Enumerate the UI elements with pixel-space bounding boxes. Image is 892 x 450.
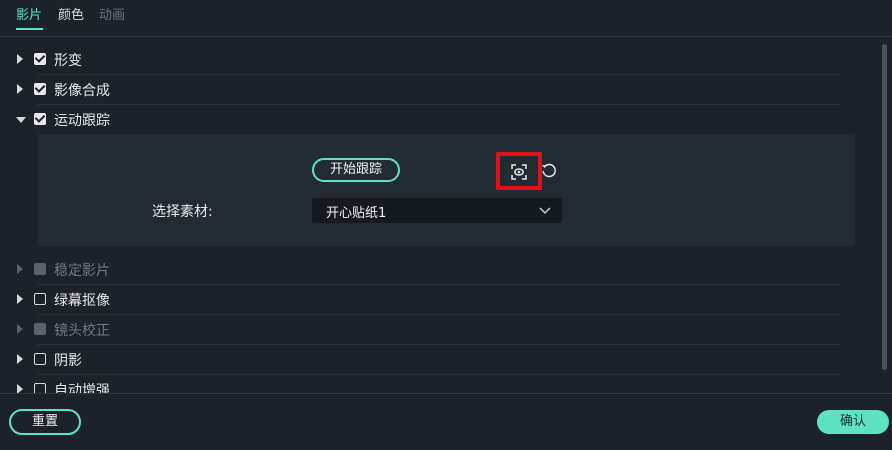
expand-arrow-icon[interactable]: [17, 354, 23, 364]
expand-arrow-icon[interactable]: [17, 84, 23, 94]
shadow-checkbox[interactable]: [34, 353, 46, 365]
tab-animation[interactable]: 动画: [99, 4, 125, 23]
tracking-target-icon[interactable]: [511, 164, 527, 184]
section-label: 稳定影片: [54, 263, 110, 279]
expand-arrow-icon[interactable]: [17, 264, 23, 274]
lens-correction-checkbox[interactable]: [34, 323, 46, 335]
section-label: 镜头校正: [54, 323, 110, 339]
highlight-box: [496, 152, 542, 190]
chroma-key-checkbox[interactable]: [34, 293, 46, 305]
footer-divider: [0, 393, 892, 394]
motion-tracking-checkbox[interactable]: [34, 113, 46, 125]
reset-tracking-icon[interactable]: [541, 162, 557, 182]
section-compositing[interactable]: 影像合成: [0, 75, 870, 105]
scrollbar-thumb[interactable]: [882, 44, 887, 370]
section-label: 形变: [54, 53, 82, 69]
collapse-arrow-icon[interactable]: [16, 117, 26, 123]
expand-arrow-icon[interactable]: [17, 54, 23, 64]
chevron-down-icon: [538, 203, 552, 221]
select-source-label: 选择素材:: [152, 204, 213, 220]
transform-checkbox[interactable]: [34, 53, 46, 65]
section-stabilization[interactable]: 稳定影片: [0, 255, 870, 285]
source-select[interactable]: 开心贴纸1: [312, 198, 562, 223]
expand-arrow-icon[interactable]: [17, 294, 23, 304]
start-tracking-button[interactable]: 开始跟踪: [312, 158, 400, 182]
ok-button[interactable]: 确认: [817, 410, 889, 434]
tab-bar: 影片 颜色 动画: [0, 0, 892, 37]
scrollbar[interactable]: [882, 44, 887, 370]
section-chroma-key[interactable]: 绿幕抠像: [0, 285, 870, 315]
section-transform[interactable]: 形变: [0, 45, 870, 75]
active-tab-indicator: [16, 28, 43, 30]
auto-enhance-checkbox[interactable]: [34, 383, 46, 393]
tab-color[interactable]: 颜色: [58, 4, 84, 23]
section-label: 运动跟踪: [54, 113, 110, 129]
expand-arrow-icon[interactable]: [17, 384, 23, 393]
section-lens-correction[interactable]: 镜头校正: [0, 315, 870, 345]
expand-arrow-icon[interactable]: [17, 324, 23, 334]
reset-button[interactable]: 重置: [9, 409, 81, 435]
scroll-clip: 自动增强: [0, 375, 870, 393]
section-label: 阴影: [54, 353, 82, 369]
select-value: 开心贴纸1: [326, 206, 387, 221]
tab-video[interactable]: 影片: [16, 4, 42, 23]
section-shadow[interactable]: 阴影: [0, 345, 870, 375]
section-motion-tracking[interactable]: 运动跟踪: [0, 105, 870, 135]
stabilization-checkbox[interactable]: [34, 263, 46, 275]
compositing-checkbox[interactable]: [34, 83, 46, 95]
section-auto-enhance[interactable]: 自动增强: [0, 375, 870, 393]
section-label: 绿幕抠像: [54, 293, 110, 309]
section-label: 影像合成: [54, 83, 110, 99]
motion-tracking-panel: [38, 134, 855, 246]
section-label: 自动增强: [54, 383, 110, 393]
